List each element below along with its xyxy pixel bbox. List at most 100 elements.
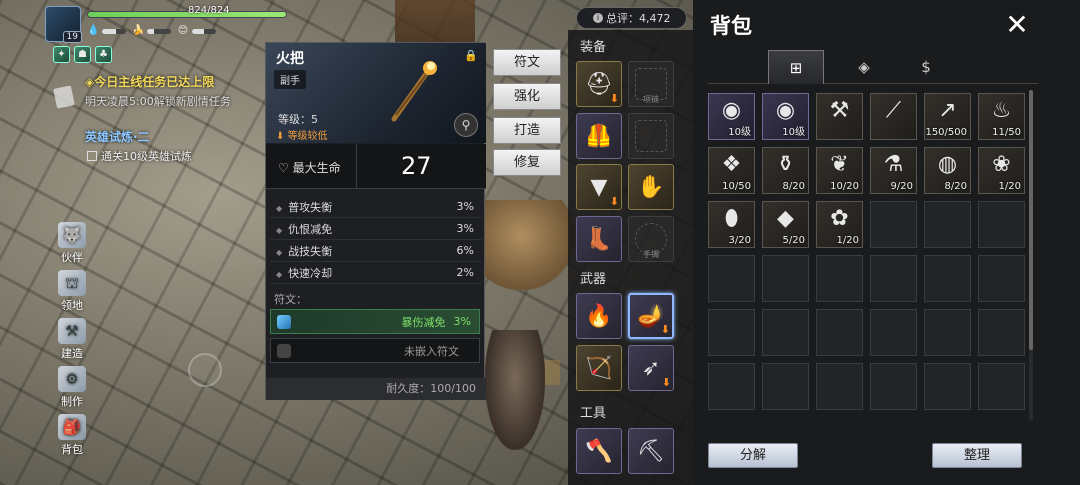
item-type-badge: 副手 [274,70,306,89]
tab-items[interactable]: ⊞ [768,50,824,84]
axe-slot[interactable]: 🪓 [576,428,622,474]
hp-bar [87,11,287,18]
inventory-slot-empty[interactable] [870,309,917,356]
inventory-item[interactable]: ♨ 11/50 [978,93,1025,140]
durability: 耐久度：100/100 [266,378,486,400]
inventory-slot-empty[interactable] [816,363,863,410]
inventory-slot-empty[interactable] [816,255,863,302]
upgrade-arrow-icon: ⬇ [609,195,619,208]
quest-subtitle: 明天凌晨5:00解锁新剧情任务 [85,95,231,108]
inventory-slot-empty[interactable] [978,363,1025,410]
player-portrait[interactable]: 19 [45,6,82,43]
inventory-item[interactable]: ❀ 1/20 [978,147,1025,194]
inventory-scrollbar[interactable] [1029,90,1033,420]
scroll-icon [53,85,75,109]
leg-armor-slot[interactable]: ▼ ⬇ [576,164,622,210]
inventory-panel: 背包 ✕ ⊞ ◈ $ ◉ 10级 ◉ 10级 ⚒ ⟋ ↗ 150/500 ♨ 11/50 ❖ 10/5… [693,0,1080,485]
inventory-item[interactable]: ↗ 150/500 [924,93,971,140]
lock-icon[interactable]: 🔒 [464,49,478,62]
rune-button[interactable]: 符文 [493,49,561,76]
inventory-slot-empty[interactable] [762,309,809,356]
inventory-item[interactable]: ⚱ 8/20 [762,147,809,194]
boots-slot[interactable]: 👢 [576,216,622,262]
rune-slot-empty[interactable]: 未嵌入符文 [270,338,480,363]
berry-icon: ❀ [992,152,1011,177]
inventory-item[interactable]: ◉ 10级 [708,93,755,140]
rune-value: 3% [453,315,471,328]
buff-icon[interactable]: ♣ [95,46,112,63]
gloves-slot[interactable]: ✋ [628,164,674,210]
weapon-slot-offhand[interactable]: 🪔 ⬇ [628,293,674,339]
inventory-slot-empty[interactable] [762,255,809,302]
repair-button[interactable]: 修复 [493,149,561,176]
inventory-item[interactable]: ❖ 10/50 [708,147,755,194]
ammo-slot[interactable]: ➶ ⬇ [628,345,674,391]
virtual-joystick[interactable] [188,353,222,387]
menu-craft[interactable]: ⚙ 制作 [52,366,92,409]
substat-label: 快速冷却 [288,266,333,280]
inventory-slot-empty[interactable] [870,255,917,302]
bow-slot[interactable]: 🏹 [576,345,622,391]
buff-icon[interactable]: ✦ [53,46,70,63]
necklace-slot[interactable]: 项链 [628,61,674,107]
inventory-slot-empty[interactable] [870,363,917,410]
rune-slot-filled[interactable]: 暴伤减免 3% [270,309,480,334]
inventory-item[interactable]: ◉ 10级 [762,93,809,140]
info-icon: i [593,13,603,23]
inventory-item[interactable]: ⬮ 3/20 [708,201,755,248]
upgrade-arrow-icon: ⬇ [661,376,671,389]
item-detail-panel: 火把 副手 🔒 等级：5 ⬇ 等级较低 ⚲ ♡ 最大生命 27 ◆ 普攻失衡 3% ◆… [265,42,486,400]
item-quantity: 1/20 [998,181,1021,192]
close-icon[interactable]: ✕ [1000,8,1034,41]
inventory-slot-empty[interactable] [924,363,971,410]
inventory-slot-empty[interactable] [924,309,971,356]
sort-button[interactable]: 整理 [932,443,1022,468]
cloak-slot[interactable] [628,113,674,159]
inventory-item[interactable]: ⚒ [816,93,863,140]
inspect-icon[interactable]: ⚲ [454,113,478,137]
stat-bar [147,28,171,34]
dismantle-button[interactable]: 分解 [708,443,798,468]
level-warning-text: 等级较低 [287,131,328,142]
inventory-slot-empty[interactable] [708,363,755,410]
pickaxe-slot[interactable]: ⛏ [628,428,674,474]
inventory-slot-empty[interactable] [978,201,1025,248]
inventory-item[interactable]: ✿ 1/20 [816,201,863,248]
chest-armor-slot[interactable]: 🦺 [576,113,622,159]
menu-bag[interactable]: 🎒 背包 [52,414,92,457]
inventory-slot-empty[interactable] [762,363,809,410]
inventory-item[interactable]: ⟋ [870,93,917,140]
tab-currency[interactable]: $ [898,50,954,84]
forge-button[interactable]: 打造 [493,117,561,144]
sweet-potato-icon: ⬮ [724,206,739,231]
bracelet-slot[interactable]: 手镯 [628,216,674,262]
buff-icon[interactable]: ☗ [74,46,91,63]
stat-bar [192,28,216,34]
inventory-item[interactable]: ⚗ 9/20 [870,147,917,194]
gear-score[interactable]: i 总评：4,472 [576,7,687,29]
tab-materials[interactable]: ◈ [836,50,892,84]
upgrade-arrow-icon: ⬇ [660,323,670,336]
inventory-item[interactable]: ❦ 10/20 [816,147,863,194]
menu-build[interactable]: ⚒ 建造 [52,318,92,361]
weapon-slot-main[interactable]: 🔥 [576,293,622,339]
inventory-slot-empty[interactable] [924,255,971,302]
enhance-button[interactable]: 强化 [493,83,561,110]
inventory-slot-empty[interactable] [708,309,755,356]
inventory-item[interactable]: ◍ 8/20 [924,147,971,194]
inventory-item[interactable]: ◆ 5/20 [762,201,809,248]
helmet-slot[interactable]: ⛑ ⬇ [576,61,622,107]
cloak-placeholder-icon [635,120,667,152]
rune-empty-label: 未嵌入符文 [404,344,459,358]
inventory-slot-empty[interactable] [816,309,863,356]
inventory-slot-empty[interactable] [708,255,755,302]
potion-icon: ⚱ [776,152,795,177]
inventory-slot-empty[interactable] [978,255,1025,302]
menu-partner[interactable]: 🐺 伙伴 [52,222,92,265]
inventory-slot-empty[interactable] [924,201,971,248]
substat-value: 3% [456,200,474,213]
inventory-slot-empty[interactable] [870,201,917,248]
menu-territory[interactable]: ⛫ 领地 [52,270,92,313]
inventory-slot-empty[interactable] [978,309,1025,356]
player-level: 19 [62,31,82,43]
